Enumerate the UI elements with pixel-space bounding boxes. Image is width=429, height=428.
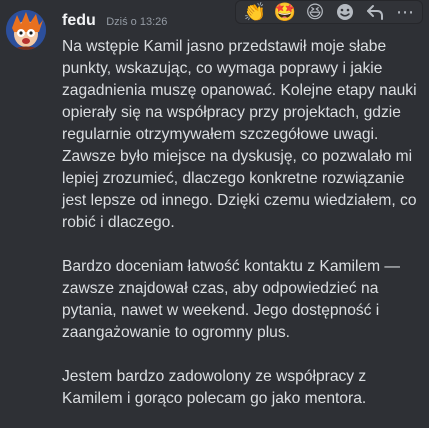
message-toolbar: 👏 🤩 😆 ⋯ xyxy=(235,0,423,24)
more-options-button[interactable]: ⋯ xyxy=(390,0,420,24)
message-header: fedu Dziś o 13:26 xyxy=(62,12,167,30)
username[interactable]: fedu xyxy=(62,12,96,29)
add-reaction-button[interactable] xyxy=(330,0,360,24)
message-paragraph: Bardzo doceniam łatwość kontaktu z Kamil… xyxy=(62,258,401,341)
clapping-hands-icon: 👏 xyxy=(243,1,267,22)
avatar-image xyxy=(6,10,46,50)
message-paragraph: Jestem bardzo zadowolony ze współpracy z… xyxy=(62,368,367,407)
message-content: Na wstępie Kamil jasno przedstawił moje … xyxy=(62,36,422,428)
reaction-clapping-button[interactable]: 👏 xyxy=(240,0,270,24)
reaction-grinning-squinting-button[interactable]: 😆 xyxy=(300,0,330,24)
message-paragraph: Na wstępie Kamil jasno przedstawił moje … xyxy=(62,38,417,231)
reply-icon xyxy=(367,5,383,20)
avatar[interactable] xyxy=(6,10,46,50)
star-struck-icon: 🤩 xyxy=(273,1,297,22)
reaction-star-struck-button[interactable]: 🤩 xyxy=(270,0,300,24)
add-reaction-icon xyxy=(337,4,353,20)
timestamp[interactable]: Dziś o 13:26 xyxy=(106,16,167,28)
more-options-icon: ⋯ xyxy=(396,1,414,22)
reply-button[interactable] xyxy=(360,0,390,24)
grinning-squinting-icon: 😆 xyxy=(305,1,325,22)
chat-message: fedu Dziś o 13:26 Na wstępie Kamil jasno… xyxy=(0,0,429,428)
